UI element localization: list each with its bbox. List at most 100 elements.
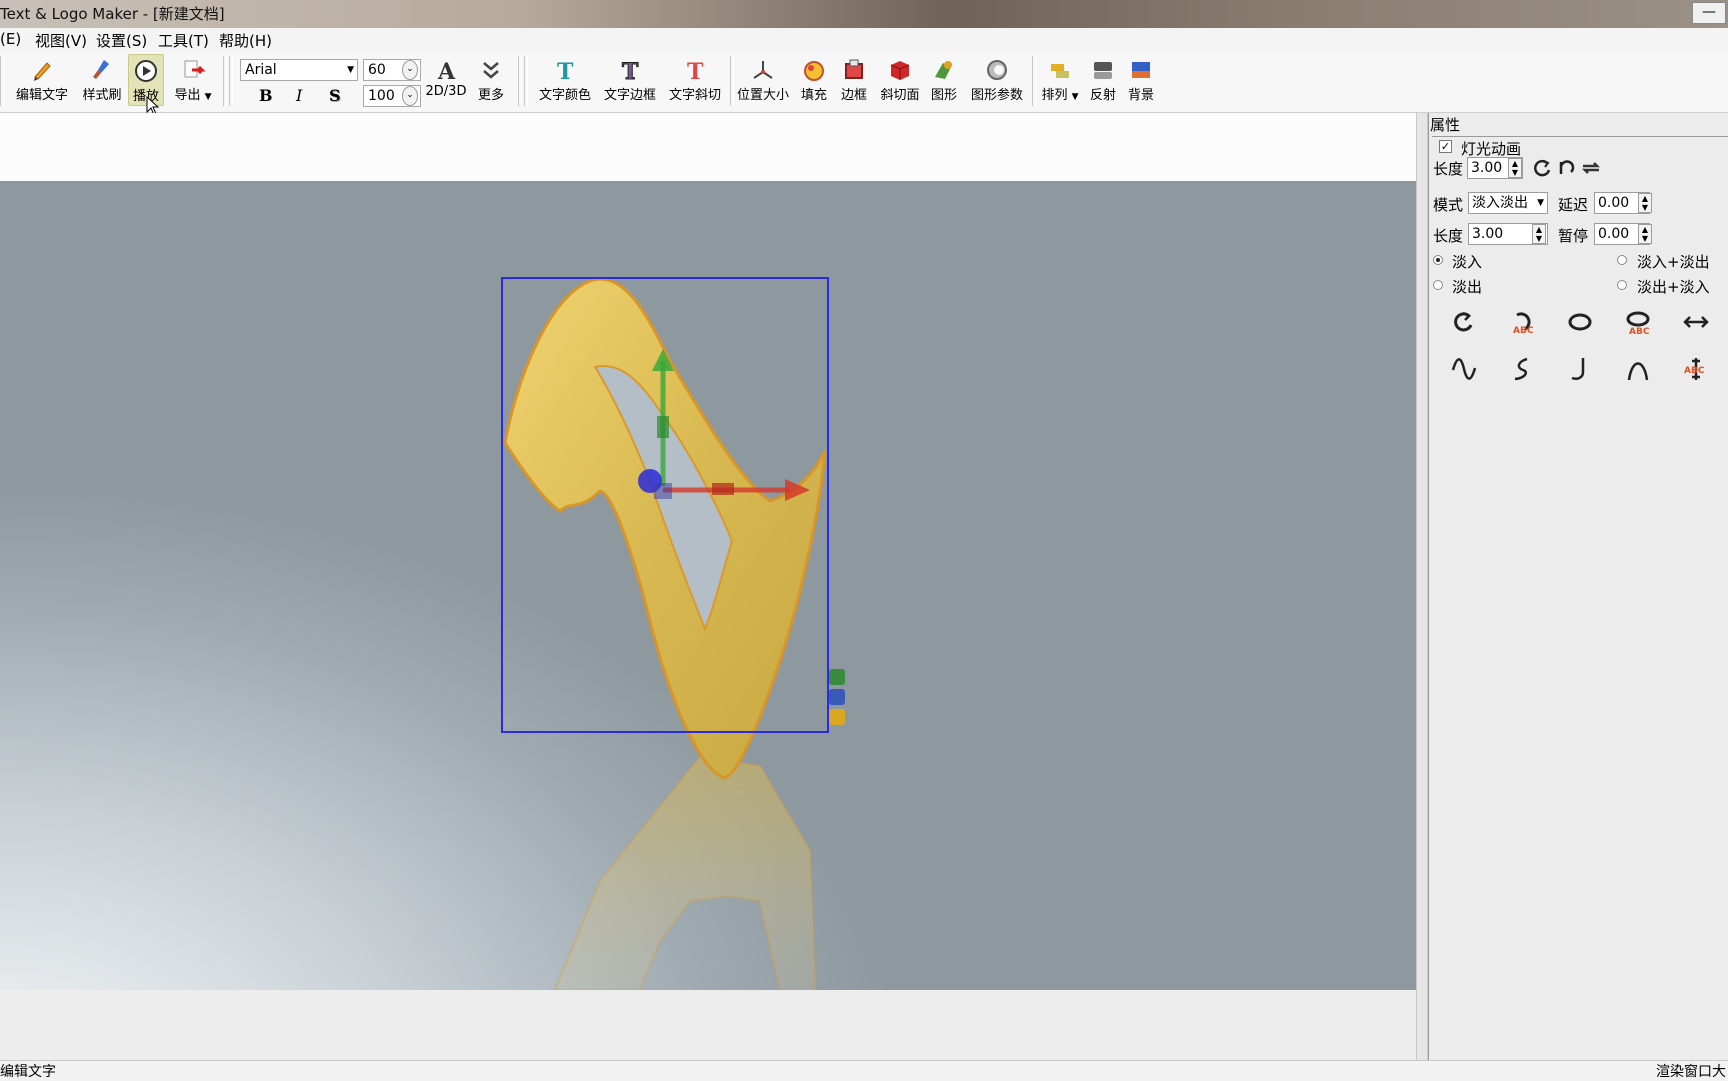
border-icon bbox=[845, 59, 863, 79]
spin-text-icon[interactable]: ABC bbox=[1507, 307, 1537, 337]
mode-value: 淡入淡出 bbox=[1472, 195, 1528, 211]
toolbar-separator bbox=[229, 56, 233, 106]
mode-2d3d-button[interactable]: A 2D/3D bbox=[424, 54, 468, 106]
edit-text-button[interactable]: 编辑文字 bbox=[14, 54, 70, 106]
vertical-text-icon[interactable]: ABC bbox=[1681, 354, 1711, 384]
fade-in-radio[interactable] bbox=[1433, 255, 1443, 265]
toolbar-separator bbox=[223, 56, 227, 106]
length2-value: 3.00 bbox=[1472, 226, 1504, 242]
selection-handles[interactable] bbox=[829, 669, 845, 725]
menu-edit[interactable]: (E) bbox=[0, 30, 21, 48]
fade-in-label: 淡入 bbox=[1452, 253, 1483, 271]
properties-divider bbox=[1432, 136, 1728, 137]
text-bevel-button[interactable]: T 文字斜切 bbox=[667, 54, 723, 106]
export-button[interactable]: 导出 ▼ bbox=[170, 54, 216, 106]
mode-select[interactable]: 淡入淡出 ▼ bbox=[1468, 192, 1548, 214]
svg-text:ABC: ABC bbox=[1684, 366, 1705, 376]
background-label: 背景 bbox=[1127, 88, 1154, 103]
hook-curve-icon[interactable] bbox=[1565, 354, 1595, 384]
delay-label: 延迟 bbox=[1558, 196, 1589, 214]
arch-curve-icon[interactable] bbox=[1623, 354, 1653, 384]
fill-icon bbox=[804, 61, 824, 81]
canvas-top-margin bbox=[0, 113, 1416, 181]
font-name-select[interactable]: Arial ▼ bbox=[240, 59, 358, 81]
light-animation-checkbox[interactable]: ✓ bbox=[1439, 140, 1452, 153]
shape-params-button[interactable]: 图形参数 bbox=[968, 54, 1026, 106]
text-color-icon: T bbox=[557, 59, 574, 83]
mode-2d3d-label: 2D/3D bbox=[425, 84, 467, 99]
shape-params-label: 图形参数 bbox=[970, 88, 1023, 103]
spin-left-icon[interactable] bbox=[1449, 307, 1479, 337]
pause-spinner[interactable]: ▲ ▼ bbox=[1638, 224, 1652, 244]
text-bevel-label: 文字斜切 bbox=[668, 88, 721, 103]
text-bevel-icon: T bbox=[687, 59, 704, 83]
menu-help[interactable]: 帮助(H) bbox=[219, 30, 272, 51]
arrange-button[interactable]: 排列 ▼ bbox=[1037, 54, 1083, 106]
status-bar bbox=[0, 1060, 1728, 1081]
reflect-icon bbox=[1094, 62, 1112, 79]
render-viewport[interactable] bbox=[0, 181, 1416, 990]
fill-label: 填充 bbox=[800, 88, 827, 103]
svg-text:T: T bbox=[687, 59, 704, 83]
orbit-text-icon[interactable]: ABC bbox=[1623, 307, 1653, 337]
font-size-spinner[interactable]: ⌄ bbox=[402, 60, 418, 80]
text-color-button[interactable]: T 文字颜色 bbox=[537, 54, 593, 106]
menu-view[interactable]: 视图(V) bbox=[35, 30, 87, 51]
window-title: Text & Logo Maker - [新建文档] bbox=[0, 5, 225, 23]
menu-tools[interactable]: 工具(T) bbox=[158, 30, 209, 51]
fade-out-in-label: 淡出+淡入 bbox=[1637, 278, 1710, 296]
cube-icon bbox=[890, 61, 910, 80]
background-icon bbox=[1132, 62, 1150, 78]
delay-value: 0.00 bbox=[1598, 195, 1630, 211]
shape-button[interactable]: 图形 bbox=[928, 54, 960, 106]
orbit-icon[interactable] bbox=[1565, 307, 1595, 337]
fade-out-radio[interactable] bbox=[1433, 280, 1443, 290]
toolbar: 编辑文字 样式刷 播放 导出 ▼ Arial ▼ 60 ⌄ 100 ⌄ B I … bbox=[0, 52, 1728, 116]
border-label: 边框 bbox=[840, 88, 867, 103]
arrange-icon bbox=[1051, 64, 1069, 78]
svg-text:T: T bbox=[557, 59, 574, 83]
export-icon bbox=[184, 60, 206, 78]
double-chevron-down-icon bbox=[483, 62, 499, 79]
style-brush-label: 样式刷 bbox=[82, 88, 122, 103]
shape-params-icon bbox=[987, 60, 1007, 80]
sine-wave-icon[interactable] bbox=[1449, 354, 1479, 384]
svg-text:ABC: ABC bbox=[1629, 327, 1650, 337]
bold-button[interactable]: B bbox=[259, 86, 273, 105]
style-brush-button[interactable]: 样式刷 bbox=[80, 54, 124, 106]
bevel-face-button[interactable]: 斜切面 bbox=[878, 54, 922, 106]
reflect-button[interactable]: 反射 bbox=[1088, 54, 1118, 106]
font-scale-spinner[interactable]: ⌄ bbox=[402, 86, 418, 106]
scene-svg bbox=[501, 277, 845, 990]
properties-header: 属性 bbox=[1430, 116, 1461, 134]
s-curve-icon[interactable] bbox=[1507, 354, 1537, 384]
loop-icon[interactable] bbox=[1580, 158, 1602, 178]
fade-out-in-radio[interactable] bbox=[1617, 280, 1627, 290]
panel-splitter[interactable] bbox=[1416, 113, 1428, 1060]
shadow-button[interactable]: S bbox=[329, 86, 341, 105]
length2-spinner[interactable]: ▲ ▼ bbox=[1532, 224, 1546, 244]
fill-button[interactable]: 填充 bbox=[799, 54, 829, 106]
light-animation-label: 灯光动画 bbox=[1461, 140, 1522, 158]
italic-button[interactable]: I bbox=[296, 86, 302, 105]
font-name-value: Arial bbox=[245, 62, 277, 78]
menu-settings[interactable]: 设置(S) bbox=[96, 30, 147, 51]
border-button[interactable]: 边框 bbox=[838, 54, 870, 106]
rotate-left-icon[interactable] bbox=[1531, 158, 1553, 178]
horizontal-arrow-icon[interactable] bbox=[1681, 307, 1711, 337]
toolbar-separator bbox=[518, 56, 522, 106]
position-size-button[interactable]: 位置大小 bbox=[735, 54, 791, 106]
font-size-value: 60 bbox=[368, 62, 386, 78]
fade-in-out-radio[interactable] bbox=[1617, 255, 1627, 265]
toolbar-separator bbox=[730, 56, 734, 106]
delay-spinner[interactable]: ▲ ▼ bbox=[1638, 193, 1652, 213]
length-spinner[interactable]: ▲ ▼ bbox=[1508, 158, 1522, 178]
minimize-button[interactable]: — bbox=[1692, 2, 1726, 24]
more-button[interactable]: 更多 bbox=[474, 54, 508, 106]
pause-label: 暂停 bbox=[1558, 227, 1589, 245]
text-border-button[interactable]: T 文字边框 bbox=[602, 54, 658, 106]
rotate-flip-icon[interactable] bbox=[1556, 158, 1578, 178]
chevron-down-icon: ▼ bbox=[1537, 198, 1544, 208]
background-button[interactable]: 背景 bbox=[1126, 54, 1156, 106]
chevron-down-icon: ▼ bbox=[204, 92, 212, 102]
